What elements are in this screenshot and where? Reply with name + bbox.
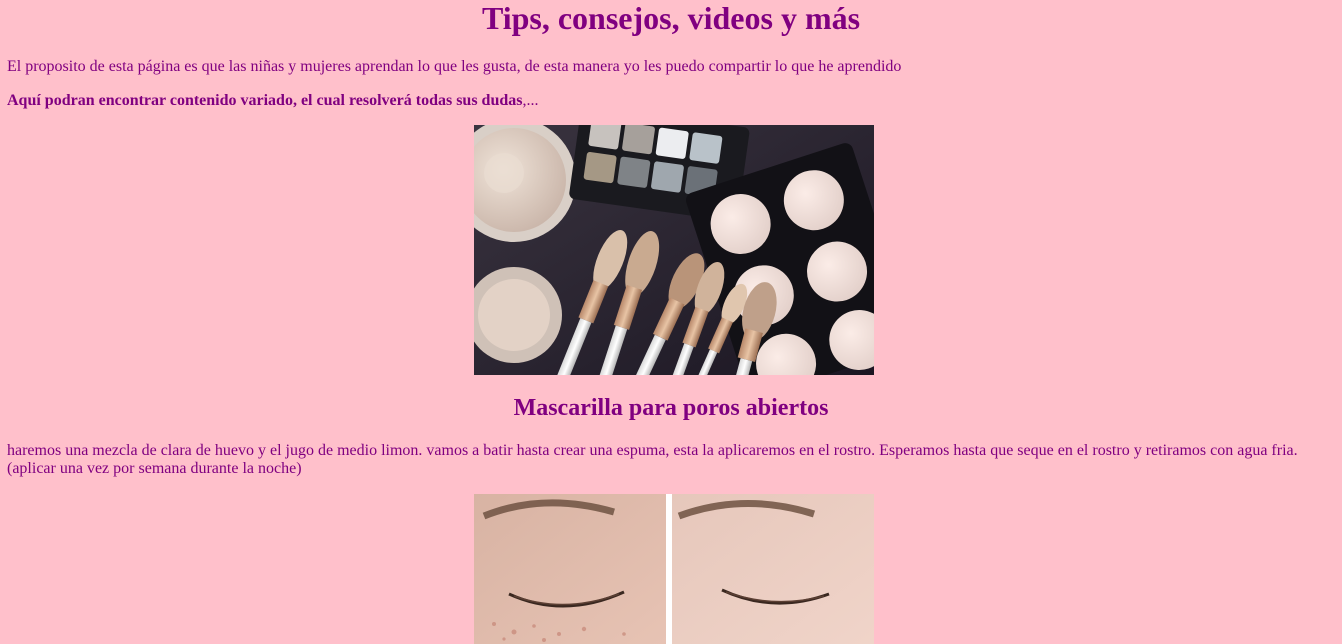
before-after-face-image [474, 494, 874, 644]
highlight-bold-text: Aquí podran encontrar contenido variado,… [7, 92, 523, 109]
section-heading: Mascarilla para poros abiertos [513, 395, 829, 421]
highlight-tail-text: ,... [522, 92, 539, 109]
intro-paragraph: El proposito de esta página es que las n… [7, 58, 902, 75]
page-title: Tips, consejos, videos y más [481, 0, 861, 36]
section-body: haremos una mezcla de clara de huevo y e… [7, 442, 1298, 477]
page: Tips, consejos, videos y más El proposit… [0, 0, 1342, 644]
makeup-products-image [474, 125, 874, 375]
highlight-paragraph: Aquí podran encontrar contenido variado,… [7, 91, 538, 110]
